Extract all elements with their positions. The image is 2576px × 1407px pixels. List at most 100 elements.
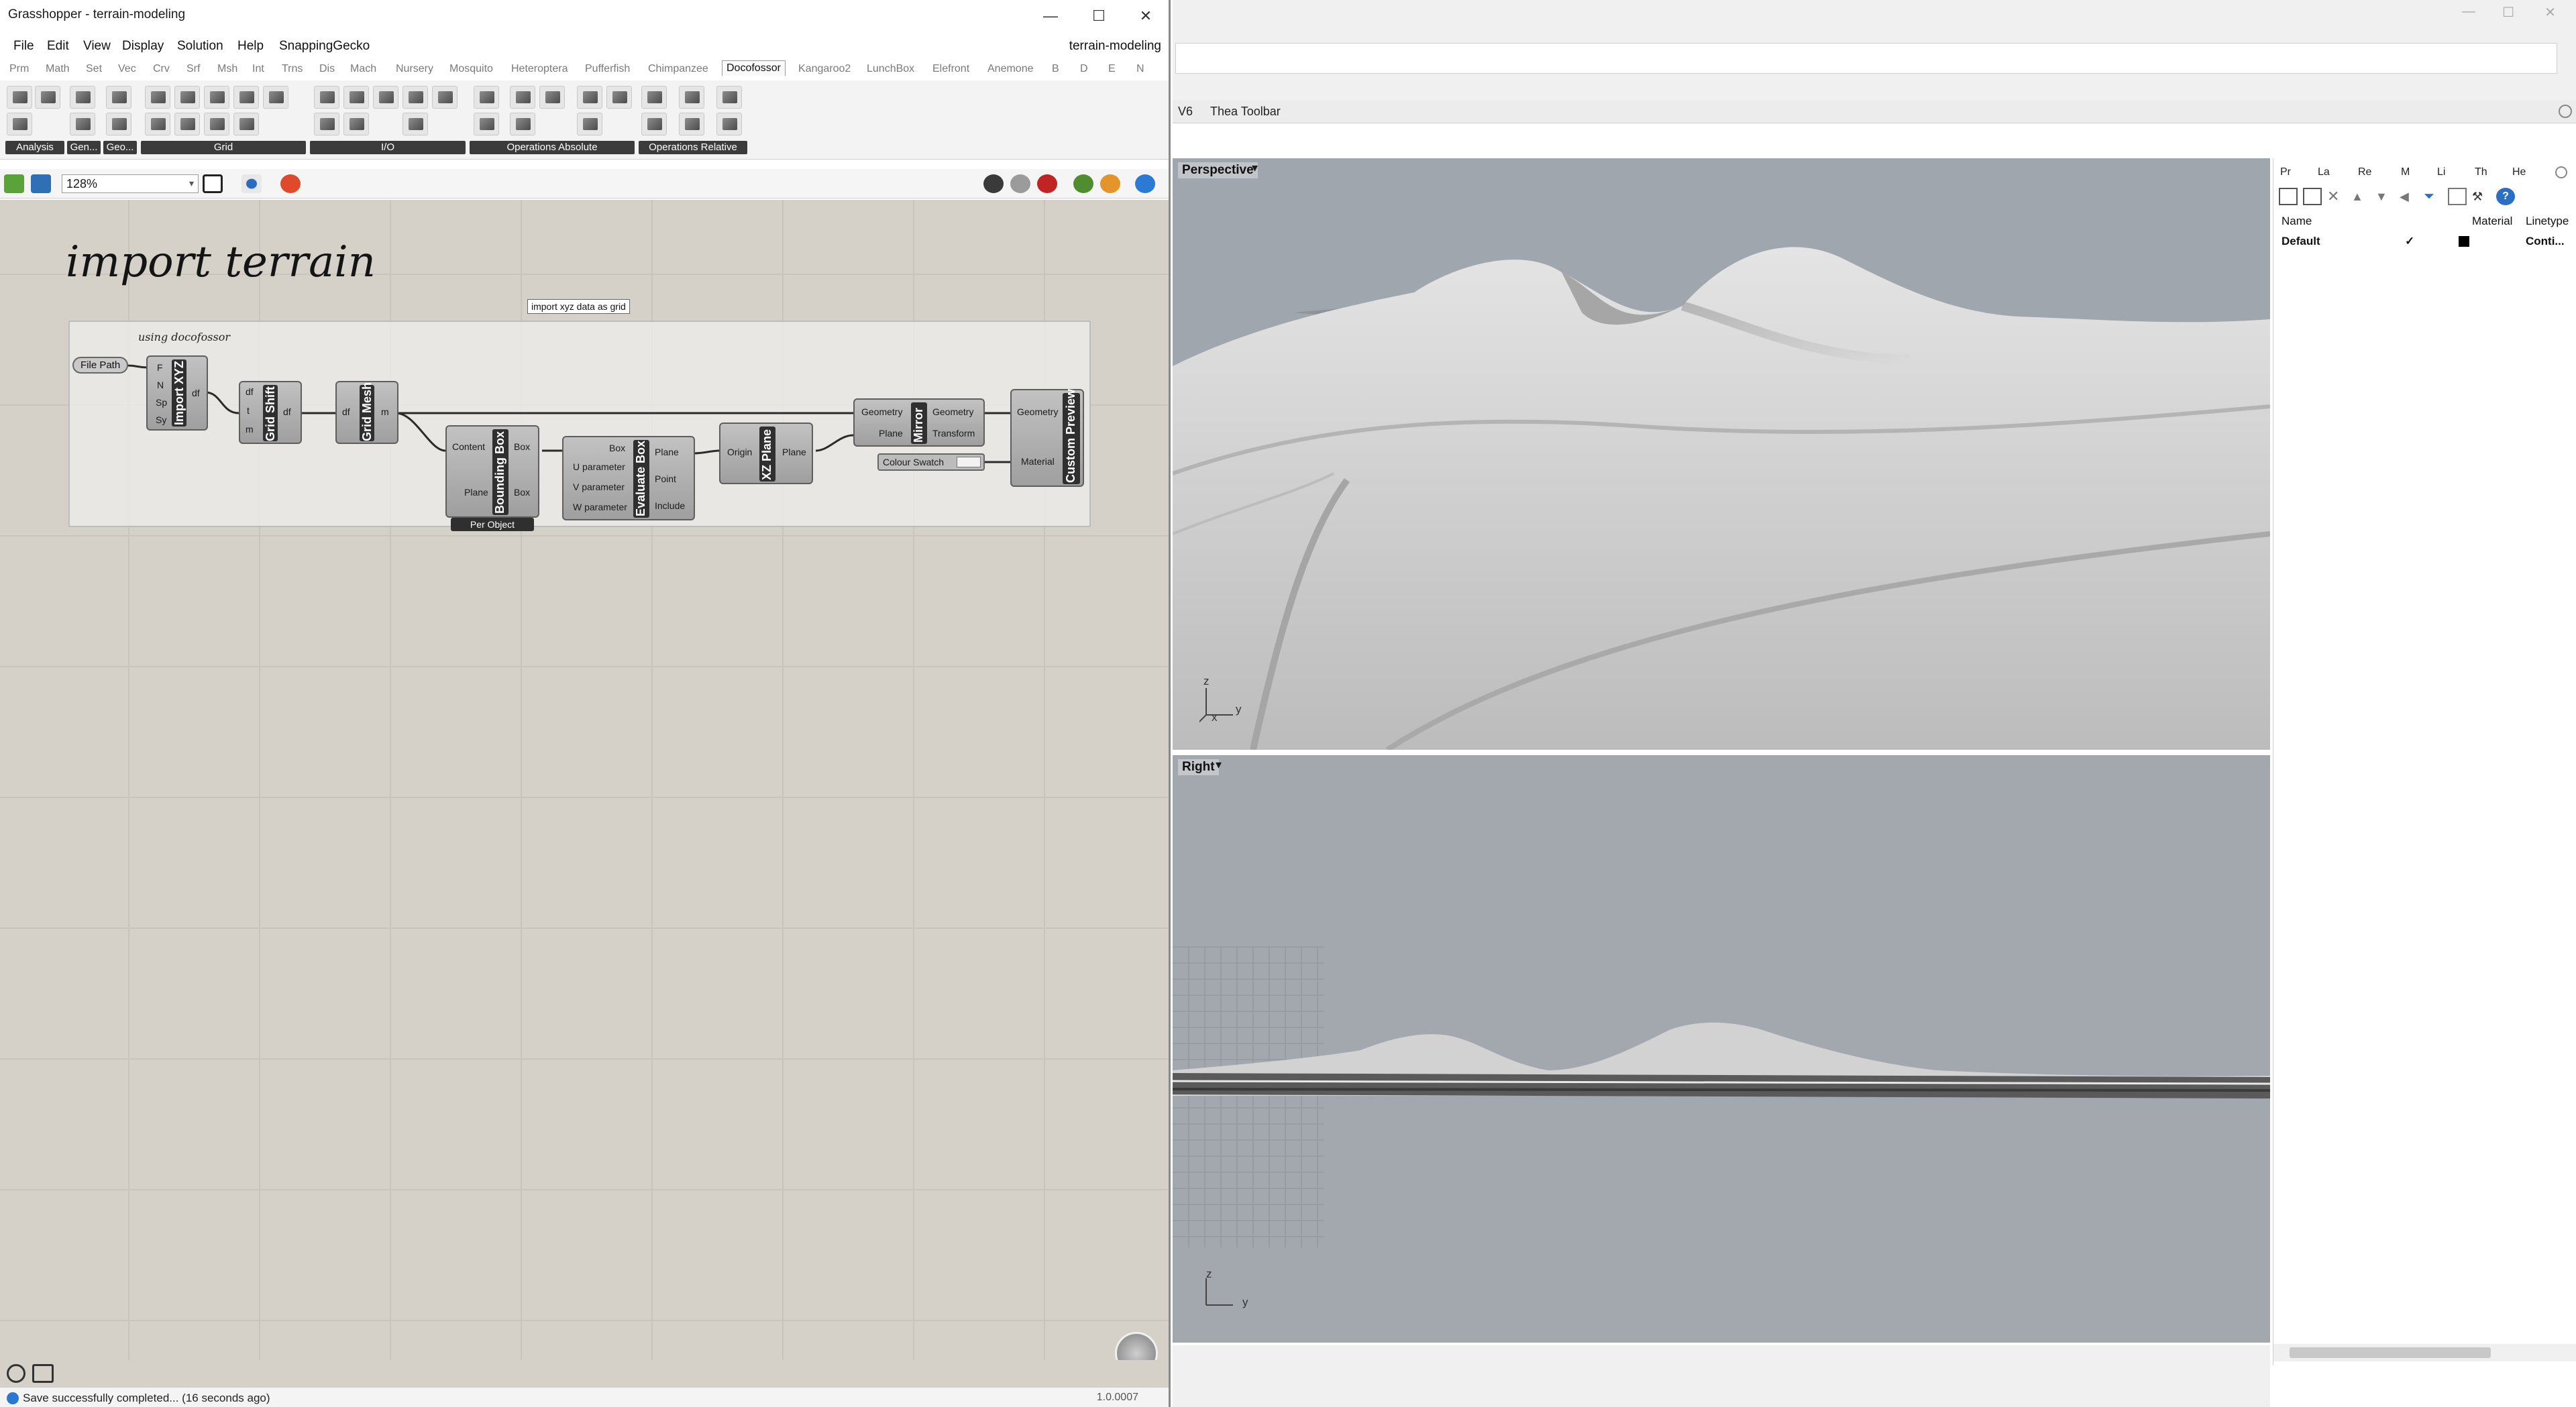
column-name[interactable]: Name — [2282, 215, 2312, 228]
horizontal-scrollbar[interactable] — [2273, 1344, 2576, 1361]
mirror-output-transform[interactable]: Transform — [932, 428, 975, 439]
help-icon[interactable]: ? — [2496, 188, 2515, 205]
evaluate-box-input-box[interactable]: Box — [609, 443, 625, 453]
operation-tool-icon[interactable] — [510, 86, 535, 109]
grid-tool-icon[interactable] — [174, 86, 200, 109]
tab-e[interactable]: E — [1108, 63, 1116, 75]
tab-mosquito[interactable]: Mosquito — [449, 63, 493, 75]
analysis-tool-icon[interactable] — [7, 86, 32, 109]
operation-tool-icon[interactable] — [641, 113, 667, 135]
operation-tool-icon[interactable] — [474, 113, 499, 135]
operation-tool-icon[interactable] — [716, 113, 742, 135]
operation-tool-icon[interactable] — [679, 113, 704, 135]
swatch-color-chip[interactable] — [957, 457, 981, 467]
bounding-box-output-box[interactable]: Box — [514, 441, 530, 452]
geometry-tool-icon[interactable] — [106, 113, 131, 135]
tools-icon[interactable]: ⚒ — [2472, 188, 2491, 205]
generator-tool-icon[interactable] — [70, 113, 95, 135]
tab-msh[interactable]: Msh — [217, 63, 237, 75]
zoom-input[interactable]: 128% ▾ — [62, 174, 199, 193]
tab-layers[interactable]: La — [2318, 166, 2330, 178]
column-linetype[interactable]: Linetype — [2526, 215, 2569, 228]
grid-mesh-output-m[interactable]: m — [381, 406, 389, 417]
grid-shift-input-df[interactable]: df — [246, 386, 254, 397]
chevron-down-icon[interactable]: ▾ — [1252, 161, 1258, 175]
tab-b[interactable]: B — [1052, 63, 1059, 75]
evaluate-box-output-include[interactable]: Include — [655, 500, 685, 511]
delete-icon[interactable]: ✕ — [2327, 188, 2346, 205]
grid-shift-component[interactable]: df t m Grid Shift df — [239, 381, 302, 444]
mirror-output-geometry[interactable]: Geometry — [932, 406, 973, 417]
operation-tool-icon[interactable] — [577, 86, 602, 109]
menu-file[interactable]: File — [13, 39, 34, 54]
import-xyz-component[interactable]: F N Sp Sy Import XYZ df — [146, 355, 208, 431]
grid-shift-input-m[interactable]: m — [246, 424, 254, 435]
tab-render[interactable]: Re — [2358, 166, 2371, 178]
save-file-icon[interactable] — [31, 174, 51, 193]
tab-pufferfish[interactable]: Pufferfish — [585, 63, 630, 75]
open-file-icon[interactable] — [4, 174, 24, 193]
tab-lunchbox[interactable]: LunchBox — [867, 63, 914, 75]
tab-heteroptera[interactable]: Heteroptera — [511, 63, 568, 75]
grid-mesh-component[interactable]: df Grid Mesh m — [335, 381, 398, 444]
viewport-title-perspective[interactable]: Perspective — [1178, 162, 1258, 178]
bounding-box-input-content[interactable]: Content — [452, 441, 485, 452]
io-tool-icon[interactable] — [402, 113, 428, 135]
move-left-icon[interactable]: ◀ — [2400, 188, 2418, 205]
menu-display[interactable]: Display — [122, 39, 164, 54]
evaluate-box-input-u[interactable]: U parameter — [573, 461, 625, 472]
io-tool-icon[interactable] — [402, 86, 428, 109]
grid-mesh-input-df[interactable]: df — [342, 406, 350, 417]
gear-icon[interactable] — [2559, 105, 2572, 118]
tab-v6[interactable]: V6 — [1178, 105, 1193, 119]
minimize-button[interactable]: — — [2462, 4, 2475, 19]
tab-thea[interactable]: Th — [2475, 166, 2487, 178]
clock-icon[interactable] — [7, 1364, 25, 1383]
tab-int[interactable]: Int — [252, 63, 264, 75]
tab-set[interactable]: Set — [86, 63, 102, 75]
tab-thea-toolbar[interactable]: Thea Toolbar — [1210, 105, 1281, 119]
operation-tool-icon[interactable] — [474, 86, 499, 109]
generator-tool-icon[interactable] — [70, 86, 95, 109]
custom-preview-input-material[interactable]: Material — [1021, 456, 1055, 467]
colour-swatch-param[interactable]: Colour Swatch — [877, 453, 985, 471]
tab-crv[interactable]: Crv — [153, 63, 170, 75]
io-tool-icon[interactable] — [343, 86, 369, 109]
grid-tool-icon[interactable] — [233, 86, 259, 109]
mirror-input-geometry[interactable]: Geometry — [861, 406, 902, 417]
move-down-icon[interactable]: ▼ — [2375, 188, 2394, 205]
grid-tool-icon[interactable] — [145, 86, 170, 109]
xz-plane-output-plane[interactable]: Plane — [782, 447, 806, 457]
tab-n[interactable]: N — [1136, 63, 1144, 75]
operation-tool-icon[interactable] — [606, 86, 632, 109]
evaluate-box-input-w[interactable]: W parameter — [573, 502, 627, 512]
maximize-button[interactable]: ☐ — [1079, 4, 1119, 28]
io-tool-icon[interactable] — [314, 86, 339, 109]
menu-edit[interactable]: Edit — [47, 39, 69, 54]
preview-selected-icon[interactable] — [1073, 174, 1093, 193]
tab-trns[interactable]: Trns — [282, 63, 303, 75]
tab-prm[interactable]: Prm — [9, 63, 29, 75]
menu-snappinggecko[interactable]: SnappingGecko — [279, 39, 370, 54]
io-tool-icon[interactable] — [314, 113, 339, 135]
import-xyz-input-n[interactable]: N — [157, 380, 164, 390]
new-sublayer-icon[interactable] — [2303, 188, 2322, 205]
bounding-box-input-plane[interactable]: Plane — [464, 487, 488, 498]
current-layer-check[interactable]: ✓ — [2405, 235, 2414, 248]
grasshopper-canvas[interactable]: import terrain import xyz data as grid u… — [0, 200, 1169, 1386]
command-history[interactable] — [1175, 43, 2557, 74]
chevron-down-icon[interactable]: ▾ — [189, 178, 194, 189]
evaluate-box-input-v[interactable]: V parameter — [573, 482, 625, 492]
tab-chimpanzee[interactable]: Chimpanzee — [648, 63, 708, 75]
grid-tool-icon[interactable] — [263, 86, 288, 109]
import-xyz-input-sp[interactable]: Sp — [156, 397, 167, 408]
import-xyz-input-sy[interactable]: Sy — [156, 414, 166, 425]
document-preview-icon[interactable] — [1100, 174, 1120, 193]
grid-shift-input-t[interactable]: t — [247, 405, 250, 416]
properties-icon[interactable] — [2448, 188, 2467, 205]
layer-row[interactable]: Default ✓ Conti... — [2273, 232, 2576, 251]
operation-tool-icon[interactable] — [539, 86, 565, 109]
preview-off-icon[interactable] — [983, 174, 1004, 193]
evaluate-box-output-point[interactable]: Point — [655, 473, 676, 484]
tab-math[interactable]: Math — [46, 63, 70, 75]
